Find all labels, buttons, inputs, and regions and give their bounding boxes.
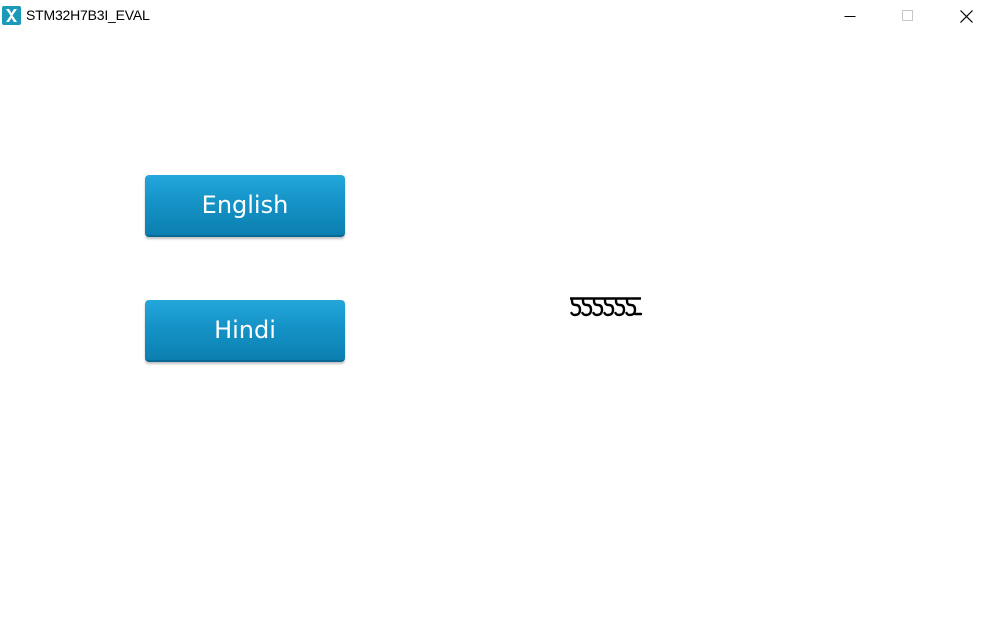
english-button[interactable]: English bbox=[145, 175, 345, 237]
english-button-label: English bbox=[201, 191, 289, 219]
minimize-button[interactable] bbox=[827, 0, 873, 32]
maximize-button[interactable] bbox=[885, 0, 931, 32]
app-window: STM32H7B3I_EVAL English Hindi bbox=[0, 0, 995, 629]
close-icon bbox=[959, 9, 973, 23]
window-title: STM32H7B3I_EVAL bbox=[26, 7, 150, 23]
app-logo-icon bbox=[2, 6, 21, 25]
close-button[interactable] bbox=[943, 0, 989, 32]
minimize-icon bbox=[844, 16, 856, 17]
title-bar[interactable]: STM32H7B3I_EVAL bbox=[0, 0, 995, 32]
unrendered-hindi-glyphs-icon bbox=[569, 296, 643, 318]
hindi-button[interactable]: Hindi bbox=[145, 300, 345, 362]
hindi-button-label: Hindi bbox=[214, 316, 276, 344]
maximize-icon bbox=[902, 10, 913, 21]
